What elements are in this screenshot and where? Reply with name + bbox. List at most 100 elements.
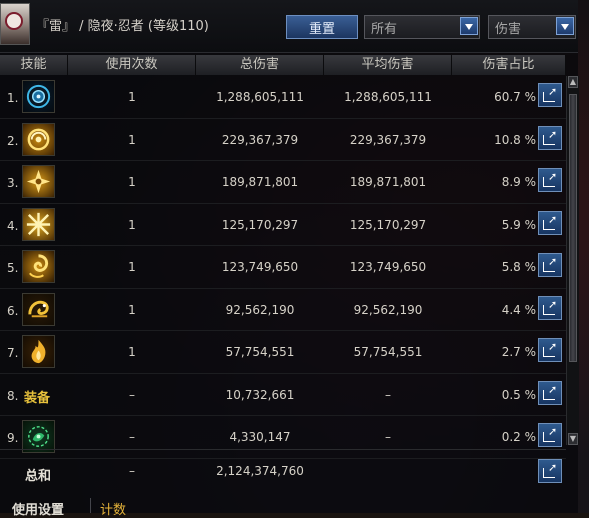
- character-title: 『雷』 / 隐夜·忍者 (等级110): [36, 19, 209, 34]
- use-count: 1: [128, 175, 136, 189]
- col-damage-share[interactable]: 伤害占比: [452, 55, 566, 75]
- damage-share: 8.9 %: [501, 175, 536, 189]
- metric-dropdown-value: 伤害: [495, 22, 522, 37]
- share-icon[interactable]: [538, 83, 562, 107]
- average-damage: –: [385, 430, 391, 444]
- damage-share: 0.5 %: [501, 387, 536, 402]
- use-count: –: [129, 387, 135, 402]
- total-use-count: –: [129, 464, 135, 478]
- total-damage: 4,330,147: [229, 430, 291, 444]
- row-index: 1.: [7, 91, 19, 105]
- scroll-down-icon[interactable]: ▼: [568, 433, 578, 445]
- col-use-count[interactable]: 使用次数: [68, 55, 196, 75]
- use-count: 1: [128, 217, 136, 232]
- share-icon[interactable]: [538, 210, 562, 235]
- use-count: 1: [128, 260, 136, 274]
- golden-vortex-skill-icon: [22, 122, 55, 156]
- damage-share: 5.9 %: [501, 217, 536, 232]
- average-damage: 123,749,650: [349, 260, 427, 274]
- damage-share: 60.7 %: [494, 90, 536, 104]
- total-label: 总和: [25, 469, 52, 484]
- table-row: 1. 1 1,288,605,111 1,288,605,111 60.7 %: [0, 76, 566, 119]
- total-damage: 1,288,605,111: [216, 90, 304, 104]
- damage-share: 5.8 %: [501, 260, 536, 274]
- skill-table: 1. 1 1,288,605,111 1,288,605,111 60.7 % …: [0, 76, 566, 459]
- col-skill[interactable]: 技能: [0, 55, 68, 75]
- damage-share: 2.7 %: [501, 345, 536, 359]
- table-row: 4. 1 125,170,297 125,170,297 5.9 %: [0, 204, 566, 246]
- table-row: 7. 1 57,754,551 57,754,551 2.7 %: [0, 331, 566, 374]
- scrollbar-thumb[interactable]: [569, 94, 577, 362]
- golden-shuriken-skill-icon: [22, 165, 55, 198]
- col-average-damage[interactable]: 平均伤害: [324, 55, 452, 75]
- average-damage: 189,871,801: [349, 175, 427, 189]
- total-damage: 229,367,379: [221, 132, 299, 147]
- total-row: 总和 – 2,124,374,760: [0, 449, 566, 492]
- golden-flame-skill-icon: [22, 335, 55, 368]
- equipment-label: 装备: [24, 390, 51, 406]
- panel-header: 『雷』 / 隐夜·忍者 (等级110) 重置 所有 伤害: [0, 0, 578, 53]
- character-avatar: [0, 3, 30, 45]
- tab-usage-settings[interactable]: 使用设置: [12, 499, 64, 518]
- total-damage: 123,749,650: [221, 260, 299, 274]
- row-index: 8.: [7, 388, 19, 403]
- metric-dropdown[interactable]: 伤害: [488, 15, 576, 39]
- use-count: 1: [128, 132, 136, 147]
- share-icon[interactable]: [538, 423, 562, 447]
- row-index: 6.: [7, 303, 19, 318]
- filter-dropdown[interactable]: 所有: [364, 15, 480, 39]
- share-icon[interactable]: [538, 380, 562, 405]
- average-damage: –: [385, 387, 391, 402]
- row-index: 9.: [7, 431, 19, 445]
- tab-divider: [90, 498, 91, 513]
- col-total-damage[interactable]: 总伤害: [196, 55, 324, 75]
- row-index: 3.: [7, 176, 19, 190]
- table-row: 3. 1 189,871,801 189,871,801 8.9 %: [0, 161, 566, 204]
- total-damage: 189,871,801: [221, 175, 299, 189]
- table-row: 5. 1 123,749,650 123,749,650 5.8 %: [0, 246, 566, 289]
- use-count: 1: [128, 302, 136, 317]
- cross-slash-skill-icon: [22, 207, 55, 241]
- blue-orb-skill-icon: [22, 80, 55, 113]
- share-icon[interactable]: [538, 459, 562, 483]
- scroll-up-icon[interactable]: ▲: [568, 76, 578, 88]
- row-index: 7.: [7, 346, 19, 360]
- bottom-tabs: 使用设置 计数: [0, 494, 578, 518]
- use-count: –: [129, 430, 135, 444]
- average-damage: 1,288,605,111: [344, 90, 432, 104]
- grand-total-damage: 2,124,374,760: [216, 464, 304, 478]
- average-damage: 125,170,297: [349, 217, 427, 232]
- average-damage: 229,367,379: [349, 132, 427, 147]
- damage-share: 0.2 %: [501, 430, 536, 444]
- total-damage: 125,170,297: [221, 217, 299, 232]
- share-icon[interactable]: [538, 168, 562, 192]
- share-icon[interactable]: [538, 295, 562, 320]
- use-count: 1: [128, 90, 136, 104]
- table-scrollbar[interactable]: ▲ ▼: [566, 76, 579, 445]
- row-index: 5.: [7, 261, 19, 275]
- reset-button[interactable]: 重置: [286, 15, 358, 39]
- share-icon[interactable]: [538, 125, 562, 150]
- total-damage: 10,732,661: [225, 387, 295, 402]
- filter-dropdown-value: 所有: [371, 22, 398, 37]
- table-row: 2. 1 229,367,379 229,367,379 10.8 %: [0, 119, 566, 161]
- average-damage: 92,562,190: [353, 302, 423, 317]
- chevron-down-icon[interactable]: [556, 17, 574, 35]
- total-damage: 92,562,190: [225, 302, 295, 317]
- damage-stats-panel: 『雷』 / 隐夜·忍者 (等级110) 重置 所有 伤害 技能 使用次数 总伤害…: [0, 0, 579, 518]
- table-header: 技能 使用次数 总伤害 平均伤害 伤害占比: [0, 55, 566, 75]
- row-index: 2.: [7, 133, 19, 148]
- total-damage: 57,754,551: [225, 345, 295, 359]
- damage-share: 4.4 %: [501, 302, 536, 317]
- spiral-flame-skill-icon: [22, 250, 55, 283]
- use-count: 1: [128, 345, 136, 359]
- share-icon[interactable]: [538, 253, 562, 277]
- tab-count[interactable]: 计数: [100, 499, 126, 518]
- share-icon[interactable]: [538, 338, 562, 362]
- damage-share: 10.8 %: [494, 132, 536, 147]
- chevron-down-icon[interactable]: [460, 17, 478, 35]
- table-row: 6. 1 92,562,190 92,562,190 4.4 %: [0, 289, 566, 331]
- row-index: 4.: [7, 218, 19, 233]
- average-damage: 57,754,551: [353, 345, 423, 359]
- table-row: 8. 装备 – 10,732,661 – 0.5 %: [0, 374, 566, 416]
